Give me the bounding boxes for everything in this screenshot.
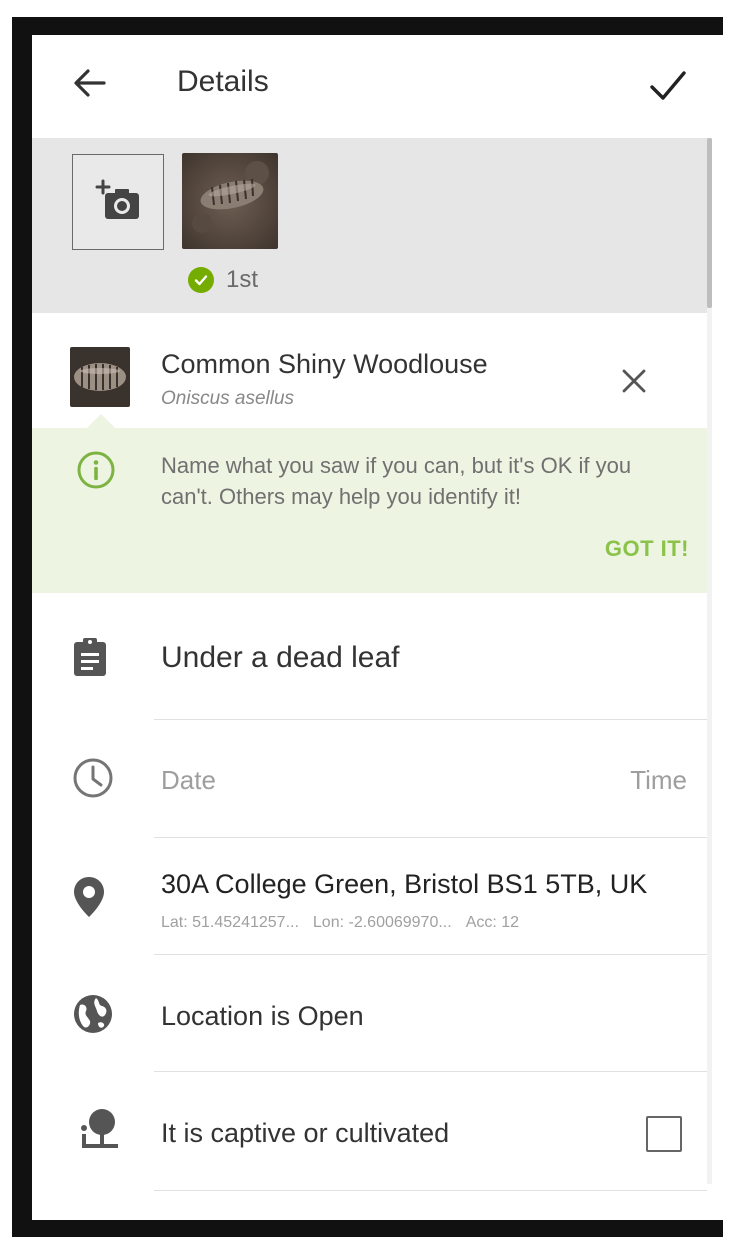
map-pin-icon <box>72 875 106 924</box>
add-photo-camera-icon <box>95 179 139 219</box>
globe-icon <box>72 993 114 1040</box>
captive-label: It is captive or cultivated <box>161 1118 450 1148</box>
notes-row[interactable]: Under a dead leaf <box>32 593 707 720</box>
captive-plant-icon <box>74 1108 124 1157</box>
app-bar: Details <box>32 35 723 138</box>
location-address: 30A College Green, Bristol BS1 5TB, UK <box>161 869 648 899</box>
tip-message: Name what you saw if you can, but it's O… <box>161 453 632 509</box>
checkmark-icon[interactable] <box>646 63 690 107</box>
info-icon <box>76 450 116 495</box>
first-photo-indicator: 1st <box>188 266 258 294</box>
notes-value: Under a dead leaf <box>161 641 400 674</box>
location-row[interactable]: 30A College Green, Bristol BS1 5TB, UK L… <box>32 839 707 955</box>
first-photo-label: 1st <box>226 266 259 293</box>
divider <box>154 719 707 720</box>
divider <box>154 837 707 838</box>
add-photo-button[interactable] <box>72 154 164 250</box>
captive-row[interactable]: It is captive or cultivated <box>32 1072 707 1191</box>
clock-icon <box>72 757 114 804</box>
species-row[interactable]: Common Shiny Woodlouse Oniscus asellus <box>32 313 707 428</box>
details-screen: Details 1st Common Shiny Woodlouse Onisc… <box>32 35 723 1220</box>
accuracy-text: Acc: 12 <box>465 914 520 931</box>
species-common-name: Common Shiny Woodlouse <box>161 349 488 379</box>
divider <box>154 1190 707 1191</box>
arrow-left-icon[interactable] <box>70 63 110 103</box>
longitude-text: Lon: -2.60069970... <box>312 914 452 931</box>
close-icon[interactable] <box>616 363 652 399</box>
clipboard-icon <box>72 637 108 682</box>
datetime-row: Date Time <box>32 721 707 838</box>
scrollbar[interactable] <box>707 138 712 1184</box>
location-coordinates: Lat: 51.45241257... Lon: -2.60069970... … <box>161 914 519 932</box>
observation-photo[interactable] <box>182 153 278 249</box>
identification-tip: Name what you saw if you can, but it's O… <box>32 414 707 593</box>
captive-checkbox[interactable] <box>646 1116 682 1152</box>
check-circle-icon <box>188 267 214 293</box>
page-title: Details <box>177 65 269 98</box>
date-field[interactable]: Date <box>161 765 216 796</box>
species-thumbnail <box>70 347 130 407</box>
geoprivacy-row[interactable]: Location is Open <box>32 955 707 1072</box>
time-field[interactable]: Time <box>630 765 687 796</box>
got-it-button[interactable]: GOT IT! <box>605 536 689 562</box>
photo-strip: 1st <box>32 138 707 313</box>
geoprivacy-label: Location is Open <box>161 1001 364 1031</box>
tip-pointer <box>87 414 115 428</box>
scrollbar-thumb[interactable] <box>707 138 712 308</box>
species-scientific-name: Oniscus asellus <box>161 388 295 409</box>
latitude-text: Lat: 51.45241257... <box>161 914 299 931</box>
